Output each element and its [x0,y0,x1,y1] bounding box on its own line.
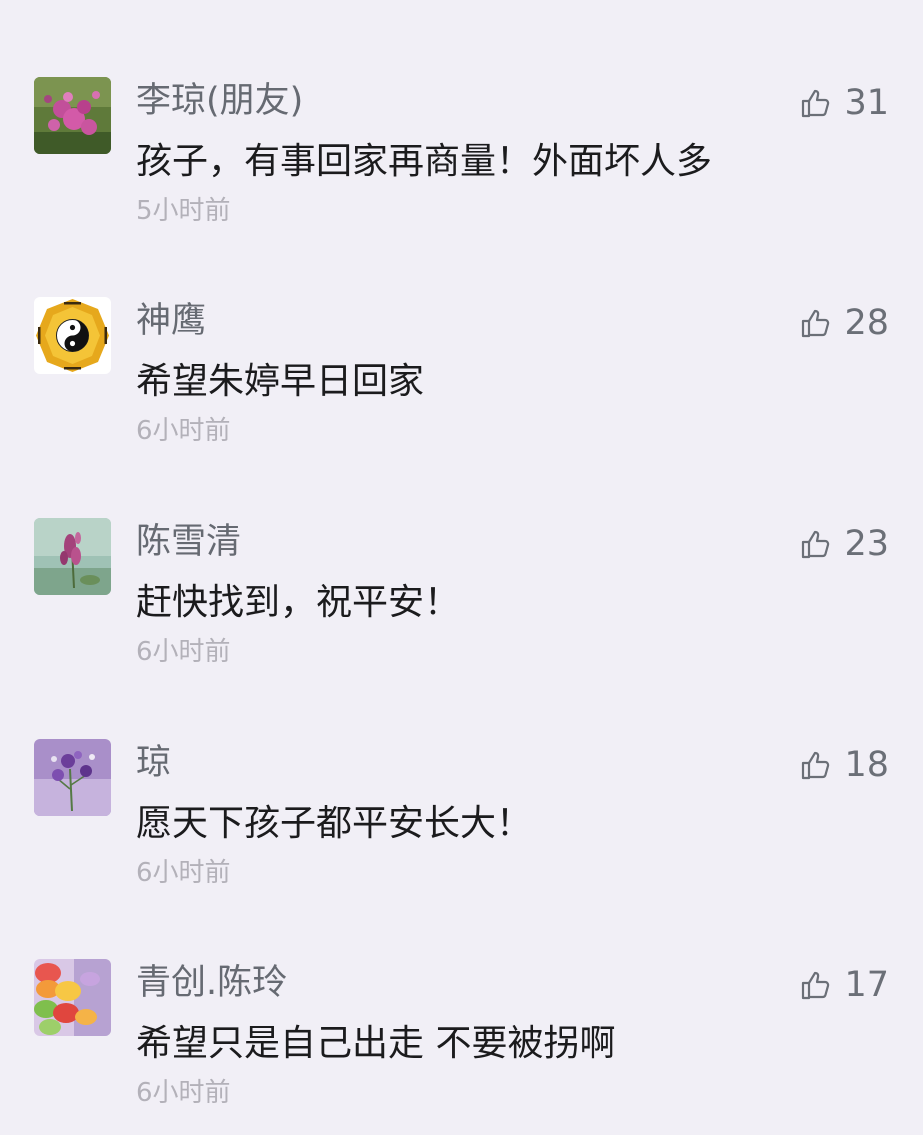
like-count: 31 [844,83,889,123]
comment-item: 青创.陈玲 希望只是自己出走 不要被拐啊 6小时前 17 [0,959,923,1135]
purple-flower-photo-icon [34,518,111,595]
commenter-name[interactable]: 神鹰 [136,299,206,343]
comment-time: 6小时前 [136,1078,231,1108]
yin-yang-bagua-icon [34,297,111,374]
comment-item: 李琼(朋友) 孩子，有事回家再商量！外面坏人多 5小时前 31 [0,77,923,297]
like-button[interactable]: 23 [800,522,889,566]
like-count: 23 [844,524,889,564]
commenter-name[interactable]: 琼 [136,741,171,785]
like-count: 18 [844,745,889,785]
comment-text: 孩子，有事回家再商量！外面坏人多 [136,141,713,182]
comment-item: 陈雪清 赶快找到，祝平安！ 6小时前 23 [0,518,923,738]
avatar[interactable] [34,959,111,1036]
comment-time: 5小时前 [136,196,231,226]
avatar[interactable] [34,297,111,374]
comment-item: 琼 愿天下孩子都平安长大！ 6小时前 18 [0,739,923,959]
comment-time: 6小时前 [136,416,231,446]
thumbs-up-icon [800,87,832,119]
like-button[interactable]: 28 [800,301,889,345]
like-button[interactable]: 31 [800,81,889,125]
macarons-photo-icon [34,959,111,1036]
comment-text: 赶快找到，祝平安！ [136,582,461,623]
violet-flowers-photo-icon [34,739,111,816]
avatar[interactable] [34,739,111,816]
thumbs-up-icon [800,528,832,560]
commenter-name[interactable]: 李琼(朋友) [136,79,303,123]
like-button[interactable]: 18 [800,743,889,787]
commenter-name[interactable]: 青创.陈玲 [136,961,287,1005]
thumbs-up-icon [800,749,832,781]
comment-list: ▁▁▁ 李琼(朋友) 孩子，有事回家再商量！外面坏人多 5小时前 [0,0,923,1135]
comment-item: 神鹰 希望朱婷早日回家 6小时前 28 [0,297,923,517]
comment-time: 6小时前 [136,858,231,888]
avatar[interactable] [34,518,111,595]
like-count: 17 [844,965,889,1005]
comment-text: 愿天下孩子都平安长大！ [136,803,533,844]
thumbs-up-icon [800,307,832,339]
comment-text: 希望只是自己出走 不要被拐啊 [136,1023,616,1064]
thumbs-up-icon [800,969,832,1001]
pink-flowers-photo-icon [34,77,111,154]
avatar[interactable] [34,77,111,154]
comment-time: 6小时前 [136,637,231,667]
like-count: 28 [844,303,889,343]
previous-comment-fragment: ▁▁▁ [136,0,246,4]
comment-text: 希望朱婷早日回家 [136,361,425,402]
like-button[interactable]: 17 [800,963,889,1007]
commenter-name[interactable]: 陈雪清 [136,520,241,564]
